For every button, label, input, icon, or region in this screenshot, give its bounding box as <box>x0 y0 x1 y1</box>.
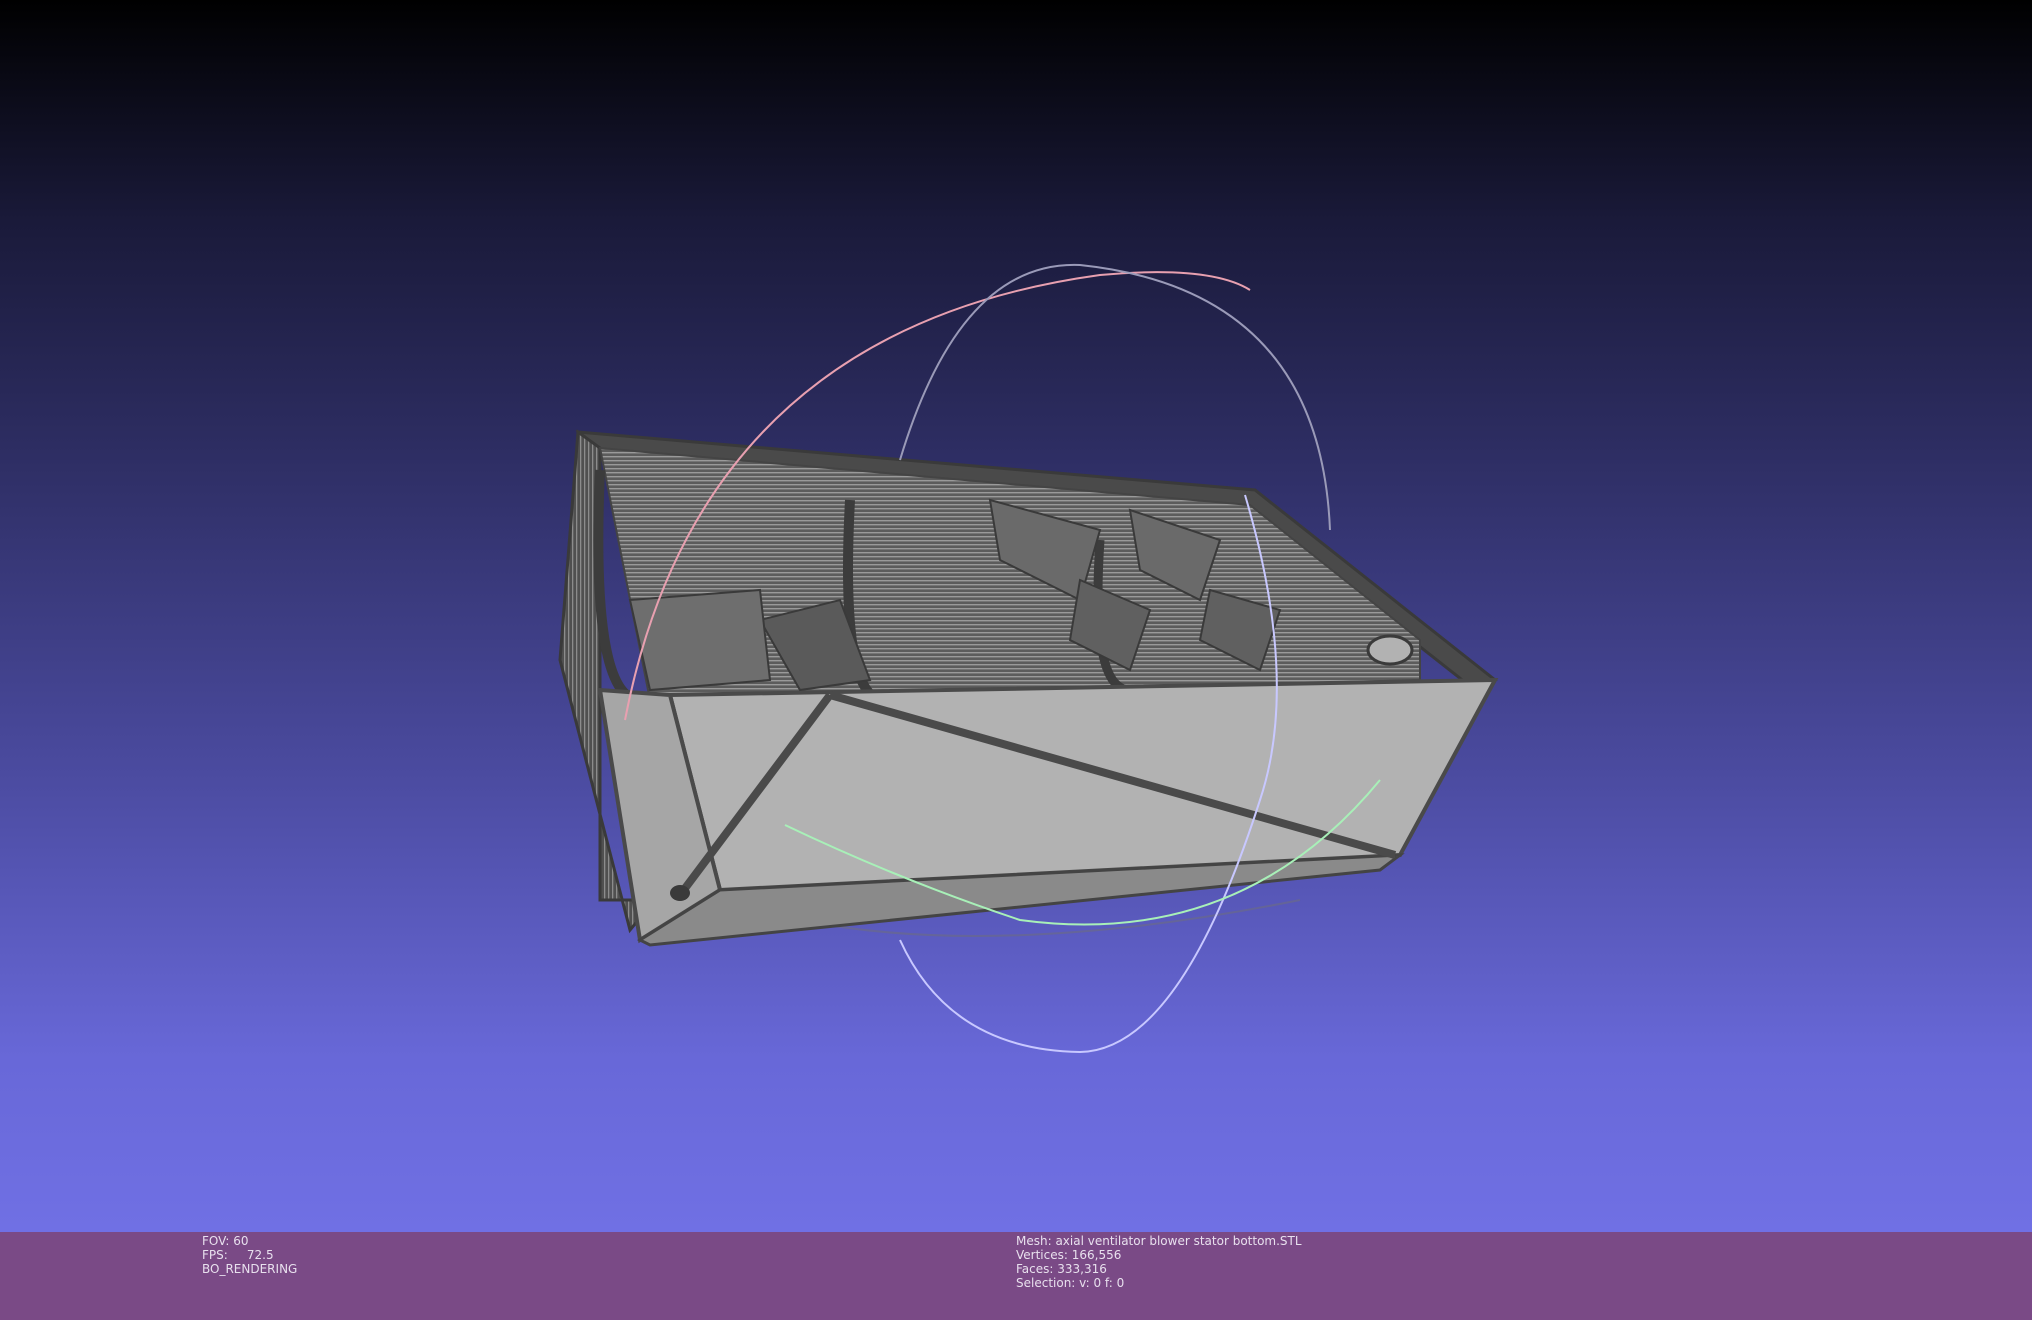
mesh-info: Mesh: axial ventilator blower stator bot… <box>1016 1234 1302 1290</box>
fov-label: FOV: 60 <box>202 1234 249 1248</box>
fps-label: FPS: 72.5 <box>202 1248 274 1262</box>
vertices-count-label: Vertices: 166,556 <box>1016 1248 1122 1262</box>
render-info: FOV: 60 FPS: 72.5 BO_RENDERING <box>202 1234 297 1276</box>
render-mode-label: BO_RENDERING <box>202 1262 298 1276</box>
faces-count-label: Faces: 333,316 <box>1016 1262 1107 1276</box>
selection-label: Selection: v: 0 f: 0 <box>1016 1276 1125 1290</box>
stator-mesh <box>558 429 1499 947</box>
status-info-bar: FOV: 60 FPS: 72.5 BO_RENDERING Mesh: axi… <box>0 1232 2032 1320</box>
mesh-render-scene[interactable] <box>0 0 2032 1232</box>
mesh-name-label: Mesh: axial ventilator blower stator bot… <box>1016 1234 1302 1248</box>
3d-viewport[interactable] <box>0 0 2032 1232</box>
